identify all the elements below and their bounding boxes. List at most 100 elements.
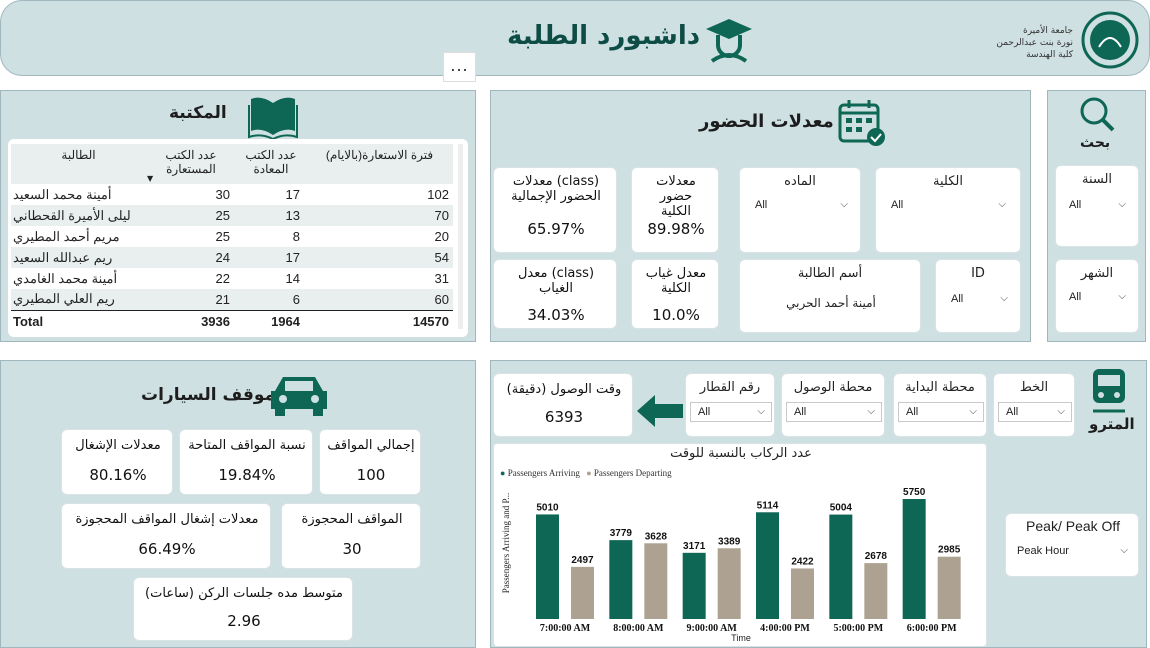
data-label-0-4: 5004 <box>830 503 853 514</box>
table-row[interactable]: ريم العلي المطيري 21 6 60 <box>11 289 453 310</box>
id-dropdown[interactable]: All ⌵ <box>944 290 1014 310</box>
table-row[interactable]: مريم أحمد المطيري 25 8 20 <box>11 226 453 247</box>
search-title: بحث <box>1080 135 1111 151</box>
data-label-1-0: 2497 <box>571 555 594 566</box>
peak-dropdown[interactable]: Peak Hour ⌵ <box>1010 542 1134 562</box>
table-row[interactable]: ليلى الأميرة القحطاني 25 13 70 <box>11 205 453 226</box>
bar-1-1[interactable] <box>644 543 668 619</box>
chevron-down-icon: ⌵ <box>1057 406 1065 417</box>
cell-student: ليلى الأميرة القحطاني <box>13 207 131 223</box>
cell-borrowed: 22 <box>215 271 230 286</box>
bar-1-2[interactable] <box>717 548 741 619</box>
chart-legend: ● Passengers Arriving ● Passengers Depar… <box>500 468 672 478</box>
bar-0-0[interactable] <box>536 514 559 619</box>
cell-returned: 8 <box>292 229 300 244</box>
start-station-dropdown[interactable]: All ⌵ <box>898 402 984 422</box>
total-returned: 1964 <box>271 313 300 329</box>
arrival-station-dropdown[interactable]: All ⌵ <box>786 402 882 422</box>
cell-student: ريم عبدالله السعيد <box>13 249 113 265</box>
bar-0-3[interactable] <box>756 512 779 619</box>
legend-departing-marker: ● <box>586 468 592 478</box>
chevron-down-icon: ⌵ <box>969 406 977 417</box>
col-period[interactable]: فترة الاستعارة(بالايام) <box>306 144 453 184</box>
cell-period: 60 <box>434 291 449 307</box>
cell-borrowed: 25 <box>215 208 230 223</box>
kpi-class-total-attendance: معدلات (class) الحضور الإجمالية 65.97% <box>493 167 617 253</box>
bar-0-1[interactable] <box>609 540 633 619</box>
calendar-icon <box>838 100 885 146</box>
cell-student: أمينة محمد الغامدي <box>13 270 118 286</box>
data-label-1-2: 3389 <box>718 536 741 547</box>
col-borrowed[interactable]: عدد الكتب المستعارة <box>146 144 236 184</box>
cell-student: ريم العلي المطيري <box>13 291 115 307</box>
bar-0-4[interactable] <box>829 514 853 619</box>
parking-title: موقف السيارات <box>141 385 276 405</box>
data-label-1-1: 3628 <box>645 531 668 542</box>
kpi-total-spots: إجمالي المواقف 100 <box>319 429 421 495</box>
kpi-occupancy: معدلات الإشغال 80.16% <box>61 429 173 495</box>
cell-borrowed: 25 <box>215 229 230 244</box>
table-row[interactable]: ريم عبدالله السعيد 24 17 54 <box>11 247 453 268</box>
chart-title: عدد الركاب بالنسبة للوقت <box>670 446 812 461</box>
university-logo-text: جامعة الأميرة نورة بنت عبدالرحمن كلية ال… <box>996 26 1073 60</box>
cell-borrowed: 30 <box>215 187 230 202</box>
table-row[interactable]: أمينة محمد الغامدي 22 14 31 <box>11 268 453 289</box>
data-label-0-1: 3779 <box>610 528 633 539</box>
chevron-down-icon: ⌵ <box>867 406 875 417</box>
cell-borrowed: 24 <box>215 250 230 265</box>
more-options-button[interactable]: ... <box>443 52 476 82</box>
passenger-chart-card: عدد الركاب بالنسبة للوقت ● Passengers Ar… <box>493 443 987 647</box>
train-dropdown[interactable]: All ⌵ <box>690 402 772 422</box>
bar-1-5[interactable] <box>937 556 961 619</box>
chart-ylabel: Passengers Arriving and P... <box>501 492 511 594</box>
train-number-slicer: رقم القطار All ⌵ <box>685 373 775 437</box>
line-dropdown[interactable]: All ⌵ <box>998 402 1072 422</box>
kpi-arrival-time: وقت الوصول (دقيقة) 6393 <box>493 373 633 437</box>
chart-xlabel: Time <box>731 633 751 643</box>
chevron-down-icon: ⌵ <box>1120 545 1128 556</box>
table-scrollbar[interactable] <box>458 144 463 329</box>
chevron-down-icon: ⌵ <box>998 199 1006 210</box>
library-panel: المكتبة الطالبة عدد الكتب المستعارة عدد … <box>0 90 476 342</box>
chevron-down-icon: ⌵ <box>1000 293 1008 304</box>
table-row[interactable]: أمينة محمد السعيد 30 17 102 <box>11 184 453 205</box>
page-title: داشبورد الطلبة <box>507 21 701 51</box>
cell-borrowed: 21 <box>215 291 230 307</box>
bar-0-2[interactable] <box>682 552 706 619</box>
library-table-card: الطالبة عدد الكتب المستعارة عدد الكتب ال… <box>8 139 468 337</box>
chevron-down-icon: ⌵ <box>1118 291 1126 302</box>
cell-period: 102 <box>427 187 449 202</box>
subject-slicer: الماده All ⌵ <box>739 167 861 253</box>
train-icon <box>1093 369 1125 413</box>
month-dropdown[interactable]: All ⌵ <box>1062 288 1132 308</box>
total-period: 14570 <box>412 313 449 329</box>
data-label-1-3: 2422 <box>791 556 814 567</box>
bar-1-4[interactable] <box>864 563 888 619</box>
cell-student: مريم أحمد المطيري <box>13 228 120 244</box>
bar-1-0[interactable] <box>571 566 594 619</box>
metro-title: المترو <box>1089 415 1135 433</box>
student-name-slicer: أسم الطالبة أمينة أحمد الحربي <box>739 259 921 333</box>
col-student[interactable]: الطالبة <box>11 144 146 184</box>
year-dropdown[interactable]: All ⌵ <box>1062 196 1132 216</box>
college-slicer: الكلية All ⌵ <box>875 167 1021 253</box>
bar-1-3[interactable] <box>791 568 814 619</box>
month-slicer: الشهر All ⌵ <box>1055 259 1139 333</box>
search-panel: بحث السنة All ⌵ الشهر All ⌵ <box>1047 90 1146 342</box>
book-icon <box>248 97 298 139</box>
parking-panel: موقف السيارات معدلات الإشغال 80.16% نسبة… <box>0 360 476 648</box>
cell-period: 70 <box>434 208 449 223</box>
college-dropdown[interactable]: All ⌵ <box>884 196 1012 216</box>
university-logo-icon <box>1081 11 1139 69</box>
col-returned[interactable]: عدد الكتب المعادة <box>236 144 306 184</box>
total-borrowed: 3936 <box>201 313 230 329</box>
legend-departing: Passengers Departing <box>593 468 672 478</box>
legend-arriving: Passengers Arriving <box>507 468 580 478</box>
year-slicer: السنة All ⌵ <box>1055 165 1139 247</box>
student-name-value[interactable]: أمينة أحمد الحربي <box>740 296 922 310</box>
data-label-0-3: 5114 <box>757 500 779 511</box>
bar-0-5[interactable] <box>902 499 926 619</box>
start-station-slicer: محطة البداية All ⌵ <box>893 373 987 437</box>
subject-dropdown[interactable]: All ⌵ <box>748 196 854 216</box>
data-label-0-0: 5010 <box>536 502 559 513</box>
